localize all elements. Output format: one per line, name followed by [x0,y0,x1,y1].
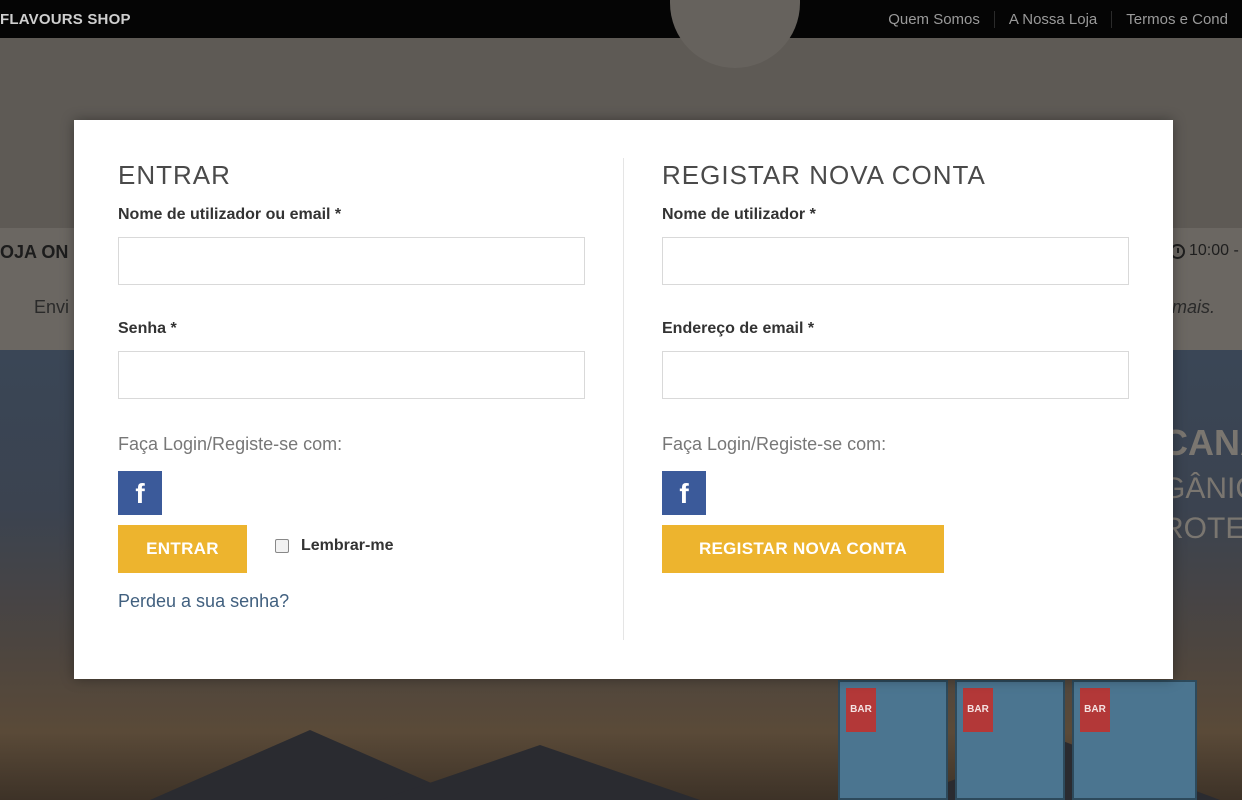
register-email-label: Endereço de email * [662,320,815,337]
logo-shape [670,0,800,68]
info-band-left-subtext: Envi [34,297,70,317]
product-image: BAR [838,680,948,800]
product-image: BAR [955,680,1065,800]
register-submit-button[interactable]: REGISTAR NOVA CONTA [662,525,944,573]
top-bar: FLAVOURS SHOP Quem Somos A Nossa Loja Te… [0,0,1242,38]
login-password-label: Senha * [118,320,177,337]
login-submit-button[interactable]: ENTRAR [118,525,247,573]
facebook-icon[interactable]: f [662,471,706,515]
column-divider [623,158,624,640]
hero-headline-line-1: CANA [1162,422,1242,463]
register-social-label: Faça Login/Registe-se com: [662,434,887,454]
login-title: ENTRAR [118,160,231,190]
product-logo: BAR [1080,688,1110,732]
brand-name: FLAVOURS SHOP [0,11,131,28]
login-social-label: Faça Login/Registe-se com: [118,434,343,454]
remember-me-checkbox[interactable] [275,539,289,553]
hero-headline-line-2: GÂNIC [1162,472,1242,505]
login-username-input[interactable] [118,237,585,285]
register-email-input[interactable] [662,351,1129,399]
info-band-right-subtext: mais. [1172,297,1216,317]
product-logo: BAR [963,688,993,732]
top-nav: Quem Somos A Nossa Loja Termos e Cond [874,0,1242,38]
product-logo: BAR [846,688,876,732]
facebook-icon[interactable]: f [118,471,162,515]
register-username-input[interactable] [662,237,1129,285]
opening-hours: 10:00 - [1170,242,1239,260]
nav-link-a-nossa-loja[interactable]: A Nossa Loja [993,10,1111,28]
remember-me[interactable]: Lembrar-me [275,537,393,555]
lost-password-link[interactable]: Perdeu a sua senha? [118,591,289,612]
nav-link-termos[interactable]: Termos e Cond [1111,10,1242,28]
register-username-label: Nome de utilizador * [662,206,816,223]
login-register-modal: ENTRAR Nome de utilizador ou email * Sen… [74,120,1173,679]
register-title: REGISTAR NOVA CONTA [662,160,986,190]
nav-link-quem-somos[interactable]: Quem Somos [874,11,994,28]
remember-me-label: Lembrar-me [301,537,394,554]
opening-hours-text: 10:00 - [1189,242,1239,259]
hero-headline-line-3: ROTEI [1162,512,1242,545]
product-image: BAR [1072,680,1197,800]
login-username-label: Nome de utilizador ou email * [118,206,342,223]
info-band-left-text: OJA ON [0,242,69,262]
mountain-shape [380,745,700,800]
login-password-input[interactable] [118,351,585,399]
